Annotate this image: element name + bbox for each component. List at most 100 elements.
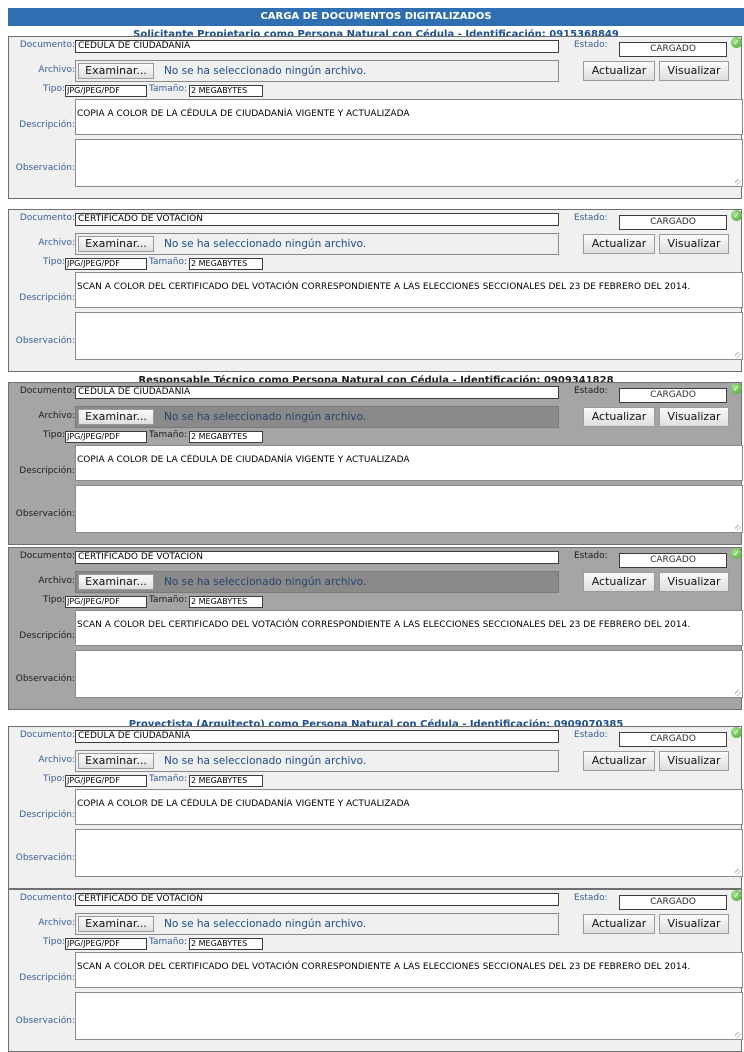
observacion-label: Observación: [15,853,75,863]
tamano-field: 2 MEGABYTES [189,938,263,950]
visualizar-button[interactable]: Visualizar [659,61,729,81]
documento-label: Documento: [19,386,75,396]
file-status-text: No se ha seleccionado ningún archivo. [164,65,367,77]
documento-label: Documento: [19,730,75,740]
visualizar-button[interactable]: Visualizar [659,751,729,771]
file-input[interactable]: Examinar... No se ha seleccionado ningún … [75,406,559,428]
examinar-button[interactable]: Examinar... [78,916,154,932]
tamano-field: 2 MEGABYTES [189,775,263,787]
visualizar-button[interactable]: Visualizar [659,234,729,254]
tipo-field: JPG/JPEG/PDF [65,85,147,97]
examinar-button[interactable]: Examinar... [78,63,154,79]
descripcion-label: Descripción: [19,631,75,641]
actualizar-button[interactable]: Actualizar [583,572,655,592]
examinar-button[interactable]: Examinar... [78,574,154,590]
estado-field: CARGADO [619,42,727,57]
documento-label: Documento: [19,893,75,903]
visualizar-button[interactable]: Visualizar [659,572,729,592]
examinar-button[interactable]: Examinar... [78,753,154,769]
actualizar-button[interactable]: Actualizar [583,914,655,934]
observacion-field[interactable] [75,829,743,877]
resize-grip-icon[interactable] [735,179,741,185]
visualizar-button[interactable]: Visualizar [659,407,729,427]
documento-label: Documento: [19,40,75,50]
resize-grip-icon[interactable] [735,525,741,531]
actualizar-button[interactable]: Actualizar [583,407,655,427]
archivo-label: Archivo: [38,65,75,75]
descripcion-field: SCAN A COLOR DEL CERTIFICADO DEL VOTACIÓ… [75,952,743,988]
tamano-label: Tamaño: [149,937,188,947]
archivo-label: Archivo: [38,411,75,421]
observacion-field[interactable] [75,650,743,698]
file-input[interactable]: Examinar... No se ha seleccionado ningún … [75,60,559,82]
documento-field: CERTIFICADO DE VOTACIÓN [75,893,559,906]
descripcion-field: COPIA A COLOR DE LA CÉDULA DE CIUDADANÍA… [75,99,743,135]
descripcion-label: Descripción: [19,293,75,303]
tamano-field: 2 MEGABYTES [189,596,263,608]
file-input[interactable]: Examinar... No se ha seleccionado ningún … [75,571,559,593]
status-check-icon: ✓ [731,37,742,48]
documento-field: CÉDULA DE CIUDADANÍA [75,730,559,743]
file-status-text: No se ha seleccionado ningún archivo. [164,918,367,930]
resize-grip-icon[interactable] [735,869,741,875]
file-status-text: No se ha seleccionado ningún archivo. [164,411,367,423]
file-status-text: No se ha seleccionado ningún archivo. [164,755,367,767]
actualizar-button[interactable]: Actualizar [583,61,655,81]
actualizar-button[interactable]: Actualizar [583,234,655,254]
descripcion-field: COPIA A COLOR DE LA CÉDULA DE CIUDADANÍA… [75,445,743,481]
observacion-label: Observación: [15,674,75,684]
observacion-field[interactable] [75,312,743,360]
tamano-label: Tamaño: [149,595,188,605]
status-check-icon: ✓ [731,727,742,738]
document-block: Documento: CÉDULA DE CIUDADANÍA Estado: CAR… [8,382,743,545]
archivo-label: Archivo: [38,238,75,248]
document-block: Documento: CERTIFICADO DE VOTACIÓN Estado:… [8,209,743,372]
estado-label: Estado: [574,730,608,740]
tipo-label: Tipo: [43,774,65,784]
tamano-field: 2 MEGABYTES [189,258,263,270]
observacion-label: Observación: [15,509,75,519]
descripcion-label: Descripción: [19,466,75,476]
examinar-button[interactable]: Examinar... [78,236,154,252]
tipo-field: JPG/JPEG/PDF [65,775,147,787]
tamano-label: Tamaño: [149,774,188,784]
observacion-label: Observación: [15,163,75,173]
file-input[interactable]: Examinar... No se ha seleccionado ningún … [75,233,559,255]
resize-grip-icon[interactable] [735,352,741,358]
descripcion-field: COPIA A COLOR DE LA CÉDULA DE CIUDADANÍA… [75,789,743,825]
estado-field: CARGADO [619,732,727,747]
estado-label: Estado: [574,386,608,396]
estado-label: Estado: [574,893,608,903]
estado-field: CARGADO [619,388,727,403]
observacion-field[interactable] [75,992,743,1040]
documento-field: CERTIFICADO DE VOTACIÓN [75,213,559,226]
archivo-label: Archivo: [38,918,75,928]
document-block: Documento: CÉDULA DE CIUDADANÍA Estado: CAR… [8,726,743,889]
observacion-field[interactable] [75,139,743,187]
tamano-field: 2 MEGABYTES [189,85,263,97]
descripcion-label: Descripción: [19,973,75,983]
descripcion-label: Descripción: [19,810,75,820]
tipo-field: JPG/JPEG/PDF [65,596,147,608]
examinar-button[interactable]: Examinar... [78,409,154,425]
file-status-text: No se ha seleccionado ningún archivo. [164,238,367,250]
tipo-field: JPG/JPEG/PDF [65,258,147,270]
resize-grip-icon[interactable] [735,690,741,696]
documento-field: CÉDULA DE CIUDADANÍA [75,40,559,53]
tipo-label: Tipo: [43,595,65,605]
status-check-icon: ✓ [731,890,742,901]
archivo-label: Archivo: [38,755,75,765]
tamano-label: Tamaño: [149,257,188,267]
visualizar-button[interactable]: Visualizar [659,914,729,934]
tipo-label: Tipo: [43,257,65,267]
file-input[interactable]: Examinar... No se ha seleccionado ningún … [75,913,559,935]
file-input[interactable]: Examinar... No se ha seleccionado ningún … [75,750,559,772]
descripcion-field: SCAN A COLOR DEL CERTIFICADO DEL VOTACIÓ… [75,272,743,308]
tipo-field: JPG/JPEG/PDF [65,431,147,443]
actualizar-button[interactable]: Actualizar [583,751,655,771]
documento-label: Documento: [19,213,75,223]
tipo-field: JPG/JPEG/PDF [65,938,147,950]
resize-grip-icon[interactable] [735,1032,741,1038]
estado-label: Estado: [574,40,608,50]
observacion-field[interactable] [75,485,743,533]
